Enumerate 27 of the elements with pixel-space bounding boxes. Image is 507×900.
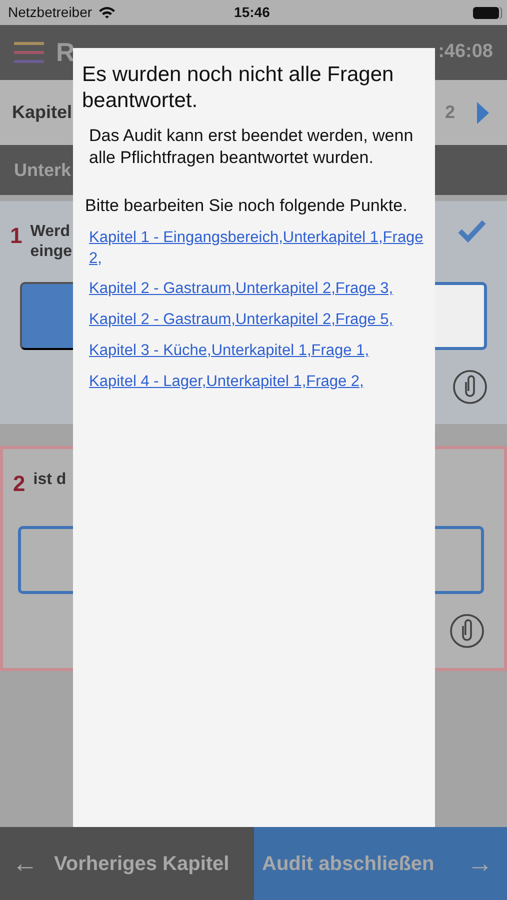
question-link[interactable]: Kapitel 3 - Küche,Unterkapitel 1,Frage 1, [82, 341, 425, 362]
question-text: Werd [30, 222, 71, 242]
dialog-prompt: Bitte bearbeiten Sie noch folgende Punkte. [84, 194, 408, 217]
subchapter-title: Unterk [14, 158, 72, 182]
question-link[interactable]: Kapitel 2 - Gastraum,Unterkapitel 2,Frage 5, [82, 310, 425, 332]
clock-time: 15:46 [234, 3, 270, 22]
dialog-message: Das Audit kann erst beendet werden, wenn alle Pflichtfragen beantwortet wurden. [88, 124, 414, 169]
question-number: 1 [10, 222, 22, 250]
paperclip-icon[interactable] [450, 614, 484, 648]
checkmark-icon [457, 219, 487, 243]
question-number: 2 [13, 470, 26, 498]
chapter-number: 2 [444, 101, 455, 124]
battery-icon [473, 6, 499, 18]
wifi-icon [98, 6, 116, 19]
dialog-title: Es wurden noch nicht alle Fragen beantwortet. [82, 62, 395, 114]
paperclip-icon[interactable] [453, 370, 487, 404]
carrier-name: Netzbetreiber [8, 3, 92, 22]
back-arrow-icon: ← [12, 844, 38, 883]
header-timestamp: :46:08 [438, 40, 493, 64]
header-title: R [56, 36, 75, 69]
question-link[interactable]: Kapitel 4 - Lager,Unterkapitel 1,Frage 2, [82, 372, 425, 394]
question-link[interactable]: Kapitel 2 - Gastraum,Unterkapitel 2,Frage 3, [82, 279, 425, 300]
question-text: einge [30, 242, 72, 262]
chapter-title: Kapitel [12, 101, 72, 124]
question-text: ist d [33, 470, 66, 490]
question-link[interactable]: Kapitel 1 - Eingangsbereich,Unterkapitel 1,Frage 2, [82, 228, 425, 270]
forward-arrow-icon: → [467, 844, 493, 883]
